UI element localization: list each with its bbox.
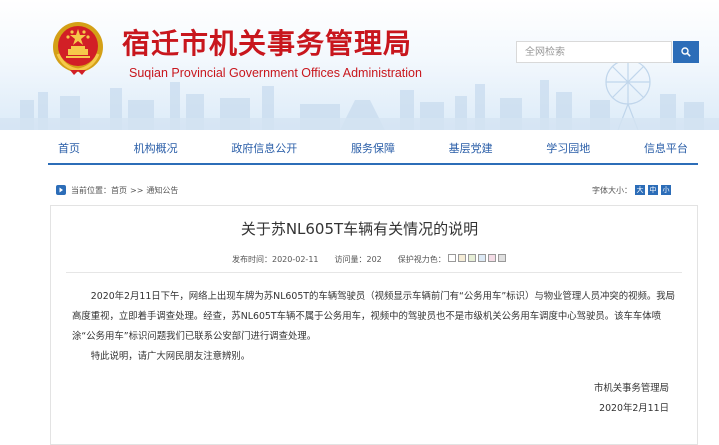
nav-item-home[interactable]: 首页 <box>48 138 90 162</box>
vision-color-swatch[interactable] <box>457 254 466 262</box>
main-nav: 首页 机构概况 政府信息公开 服务保障 基层党建 学习园地 信息平台 <box>48 138 698 162</box>
search-button[interactable] <box>673 41 699 63</box>
nav-item-services[interactable]: 服务保障 <box>341 138 405 162</box>
vision-color-swatch[interactable] <box>447 254 456 262</box>
breadcrumb: 当前位置： 首页 >> 通知公告 <box>56 183 178 197</box>
breadcrumb-current[interactable]: 通知公告 <box>146 185 178 196</box>
font-size-label: 字体大小： <box>592 185 632 195</box>
font-size-large-button[interactable]: 大 <box>635 185 645 195</box>
skyline-banner <box>0 59 719 130</box>
article-paragraph: 特此说明，请广大网民朋友注意辨别。 <box>90 351 251 362</box>
article-body: 2020年2月11日下午，网络上出现车牌为苏NL605T的车辆驾驶员（视频显示车… <box>72 287 678 367</box>
vision-color-swatches <box>446 254 506 264</box>
breadcrumb-label: 当前位置： <box>71 185 111 195</box>
publish-date: 2020-02-11 <box>272 254 319 264</box>
search-input[interactable] <box>516 41 672 63</box>
site-title: 宿迁市机关事务管理局 <box>122 27 413 60</box>
site-header: 宿迁市机关事务管理局 Suqian Provincial Government … <box>0 0 719 130</box>
nav-divider <box>48 163 698 165</box>
article-divider <box>66 272 682 273</box>
vision-color-swatch[interactable] <box>497 254 506 262</box>
font-size-switcher: 字体大小： 大 中 小 <box>592 183 671 197</box>
site-subtitle: Suqian Provincial Government Offices Adm… <box>129 66 422 80</box>
article-title: 关于苏NL605T车辆有关情况的说明 <box>240 220 479 238</box>
views-label: 访问量： <box>334 254 367 264</box>
location-icon <box>56 185 66 195</box>
vision-color-swatch[interactable] <box>467 254 476 262</box>
nav-item-learning[interactable]: 学习园地 <box>536 138 600 162</box>
breadcrumb-separator: >> <box>130 185 144 195</box>
article-signature-date: 2020年2月11日 <box>599 403 669 414</box>
publish-date-label: 发布时间： <box>232 254 272 264</box>
vision-color-label: 保护视力色： <box>397 254 446 264</box>
article-signature: 市机关事务管理局 <box>593 383 669 394</box>
views-count: 202 <box>366 254 382 264</box>
article-paragraph: 2020年2月11日下午，网络上出现车牌为苏NL605T的车辆驾驶员（视频显示车… <box>72 291 675 342</box>
national-emblem-icon <box>53 22 103 75</box>
vision-color-swatch[interactable] <box>487 254 496 262</box>
breadcrumb-home[interactable]: 首页 <box>111 185 127 196</box>
nav-item-info-platform[interactable]: 信息平台 <box>634 138 698 162</box>
font-size-small-button[interactable]: 小 <box>661 185 671 195</box>
nav-item-organization[interactable]: 机构概况 <box>124 138 188 162</box>
nav-item-gov-info[interactable]: 政府信息公开 <box>221 138 307 162</box>
article-meta: 发布时间： 2020-02-11 访问量： 202 保护视力色： <box>232 253 506 265</box>
search-icon <box>681 47 691 57</box>
font-size-medium-button[interactable]: 中 <box>648 185 658 195</box>
nav-item-party[interactable]: 基层党建 <box>439 138 503 162</box>
vision-color-swatch[interactable] <box>477 254 486 262</box>
